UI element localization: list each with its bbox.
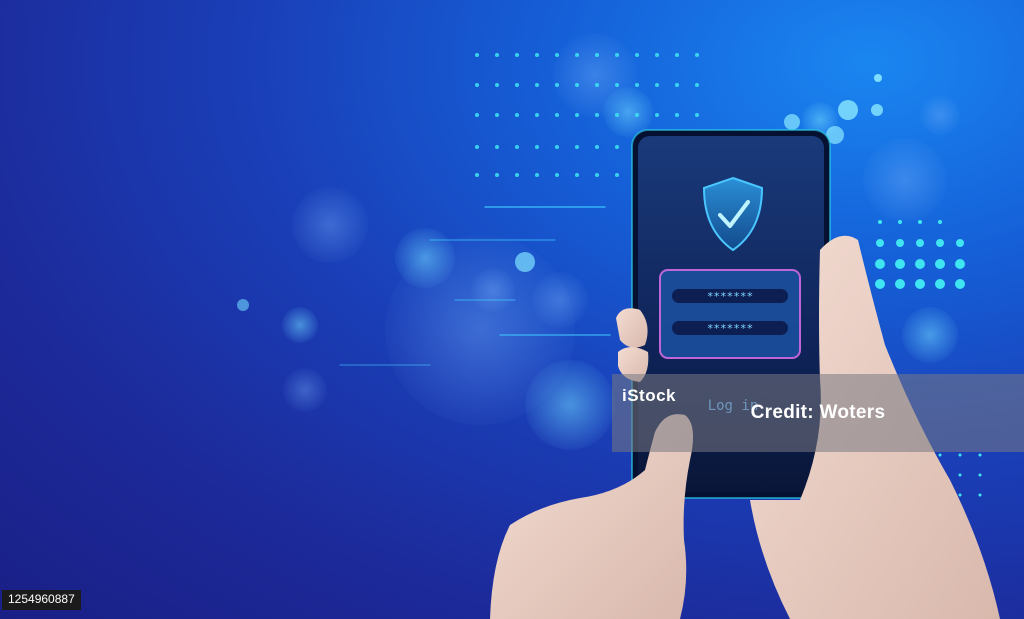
scene-illustration: **************Log in [237,33,1000,619]
watermark-prefix: iStock [622,386,677,405]
password-mask-2: ******* [707,322,753,335]
password-mask-1: ******* [707,290,753,303]
stock-id-label: 1254960887 [2,590,81,610]
watermark-credit: Credit: Woters [750,402,886,423]
login-card [659,269,801,359]
